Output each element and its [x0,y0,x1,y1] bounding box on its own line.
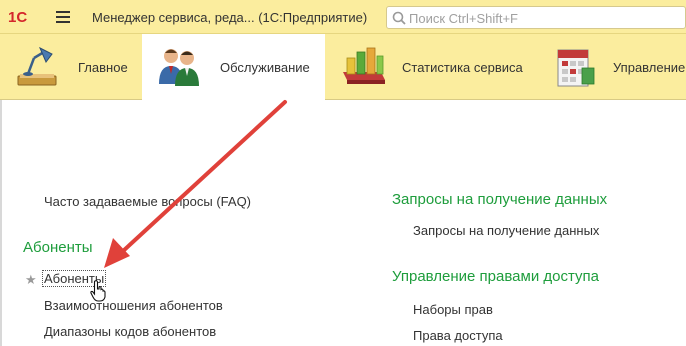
section-management[interactable]: Управление [540,34,686,100]
search-input[interactable] [409,10,679,26]
users-icon [159,49,199,86]
1c-logo[interactable]: 1С [8,8,38,26]
calendar-icon [557,49,595,87]
section-statistics-label: Статистика сервиса [402,60,523,75]
data-requests-link[interactable]: Запросы на получение данных [413,223,599,238]
logo-text: 1С [8,9,27,26]
title-bar: 1С Менеджер сервиса, реда... (1С:Предпри… [0,0,686,34]
section-main-label: Главное [78,60,128,75]
data-requests-group-title: Запросы на получение данных [392,191,608,208]
access-rights-link[interactable]: Права доступа [413,328,503,343]
section-panel: Главное Обслуживание Статистика сервиса [0,34,686,100]
main-menu-icon[interactable] [56,11,70,23]
search-icon [392,11,406,25]
search-box[interactable] [386,6,686,29]
section-statistics[interactable]: Статистика сервиса [327,34,537,100]
access-group-title: Управление правами доступа [392,268,599,285]
favorite-star-icon[interactable]: ★ [25,272,37,288]
subscribers-group-title: Абоненты [23,239,93,256]
faq-link[interactable]: Часто задаваемые вопросы (FAQ) [44,194,251,209]
section-management-label: Управление [613,60,686,75]
section-main[interactable]: Главное [0,34,140,100]
section-maintenance-label: Обслуживание [220,60,310,75]
section-maintenance[interactable]: Обслуживание [142,34,325,100]
subscriber-code-ranges-link[interactable]: Диапазоны кодов абонентов [44,324,216,339]
bar-chart-icon [343,47,385,84]
permission-sets-link[interactable]: Наборы прав [413,302,493,317]
subscriber-relations-link[interactable]: Взаимоотношения абонентов [44,298,223,313]
content-left-border [0,100,2,346]
desk-lamp-icon [17,46,57,86]
window-title: Менеджер сервиса, реда... (1С:Предприяти… [92,10,368,25]
hand-cursor-icon [90,280,106,302]
